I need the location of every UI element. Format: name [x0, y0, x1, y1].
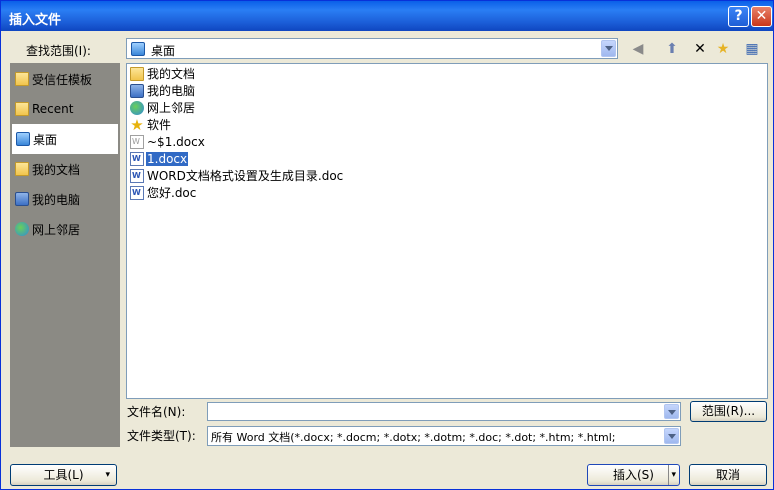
file-name: WORD文档格式设置及生成目录.doc: [147, 169, 344, 183]
desktop-icon: [131, 42, 145, 56]
file-name: 您好.doc: [147, 186, 197, 200]
close-button[interactable]: ✕: [751, 6, 772, 27]
list-item[interactable]: 您好.doc: [130, 184, 197, 201]
insert-file-dialog: 插入文件 ? ✕ 查找范围(I): 桌面 ◀ ⬆ ✕ ★ ▦ 受信任模板 Rec…: [0, 0, 774, 490]
lookin-label: 查找范围(I):: [26, 44, 91, 58]
places-bar: 受信任模板 Recent 桌面 我的文档 我的电脑 网上邻居: [10, 63, 120, 447]
file-list[interactable]: 我的文档 我的电脑 网上邻居 ★ 软件 ~$1.docx 1.docx WORD…: [126, 63, 768, 399]
list-item[interactable]: ★ 软件: [130, 116, 172, 133]
desktop-icon: [16, 132, 30, 146]
file-name: 网上邻居: [147, 101, 196, 115]
filename-dropdown-button[interactable]: [664, 404, 679, 419]
list-item[interactable]: 我的电脑: [130, 82, 196, 99]
file-name: 1.docx: [146, 151, 189, 166]
lookin-dropdown-button[interactable]: [601, 40, 616, 57]
new-folder-icon[interactable]: ★: [712, 39, 734, 59]
filetype-label: 文件类型(T):: [127, 429, 196, 443]
views-icon[interactable]: ▦: [737, 39, 767, 59]
place-label: Recent: [32, 102, 74, 116]
computer-icon: [15, 192, 29, 206]
place-label: 网上邻居: [32, 222, 81, 237]
word-doc-icon: [130, 168, 144, 183]
folder-icon: [130, 66, 144, 81]
place-my-documents[interactable]: 我的文档: [12, 154, 118, 184]
list-item[interactable]: 网上邻居: [130, 99, 196, 116]
folder-icon: [15, 102, 29, 116]
cancel-button[interactable]: 取消: [689, 464, 767, 486]
list-item[interactable]: 我的文档: [130, 65, 196, 82]
lookin-combo[interactable]: 桌面: [126, 38, 618, 59]
title-bar[interactable]: 插入文件 ? ✕: [1, 1, 773, 31]
filetype-value: 所有 Word 文档(*.docx; *.docm; *.dotx; *.dot…: [211, 431, 616, 444]
file-name: 软件: [147, 118, 172, 132]
filename-label: 文件名(N):: [127, 405, 186, 419]
computer-icon: [130, 83, 144, 98]
place-desktop[interactable]: 桌面: [12, 124, 118, 154]
place-label: 桌面: [33, 132, 58, 147]
word-doc-icon: [130, 151, 144, 166]
help-button[interactable]: ?: [728, 6, 749, 27]
list-item-selected[interactable]: 1.docx: [130, 150, 189, 167]
up-folder-icon[interactable]: ⬆: [661, 39, 683, 59]
insert-button[interactable]: 插入(S) ▾: [587, 464, 680, 486]
place-network[interactable]: 网上邻居: [12, 214, 118, 244]
insert-dropdown-icon[interactable]: ▾: [668, 465, 676, 485]
list-item[interactable]: WORD文档格式设置及生成目录.doc: [130, 167, 344, 184]
file-name: 我的电脑: [147, 84, 196, 98]
place-label: 我的电脑: [32, 192, 81, 207]
back-icon[interactable]: ◀: [627, 39, 649, 59]
file-name: 我的文档: [147, 67, 196, 81]
filetype-dropdown-button[interactable]: [664, 428, 679, 444]
list-item[interactable]: ~$1.docx: [130, 133, 206, 150]
network-icon: [15, 222, 29, 236]
documents-icon: [15, 162, 29, 176]
place-label: 我的文档: [32, 162, 81, 177]
network-icon: [130, 100, 144, 115]
tools-label: 工具(L): [43, 468, 84, 482]
folder-icon: [15, 72, 29, 86]
tools-button[interactable]: 工具(L) ▾: [10, 464, 117, 486]
word-doc-icon: [130, 185, 144, 200]
place-my-computer[interactable]: 我的电脑: [12, 184, 118, 214]
place-recent[interactable]: Recent: [12, 94, 118, 124]
filetype-combo[interactable]: 所有 Word 文档(*.docx; *.docm; *.dotx; *.dot…: [207, 426, 681, 446]
lookin-value: 桌面: [151, 44, 176, 58]
file-name: ~$1.docx: [147, 134, 205, 149]
chevron-down-icon: ▾: [105, 470, 110, 480]
dialog-title: 插入文件: [9, 13, 62, 28]
star-icon: ★: [130, 115, 144, 134]
delete-icon[interactable]: ✕: [689, 39, 711, 59]
insert-label: 插入(S): [613, 468, 654, 482]
word-doc-icon: [130, 134, 144, 149]
place-trusted-templates[interactable]: 受信任模板: [12, 64, 118, 94]
range-button[interactable]: 范围(R)...: [690, 401, 767, 422]
filename-field[interactable]: [207, 402, 681, 421]
place-label: 受信任模板: [32, 72, 93, 87]
